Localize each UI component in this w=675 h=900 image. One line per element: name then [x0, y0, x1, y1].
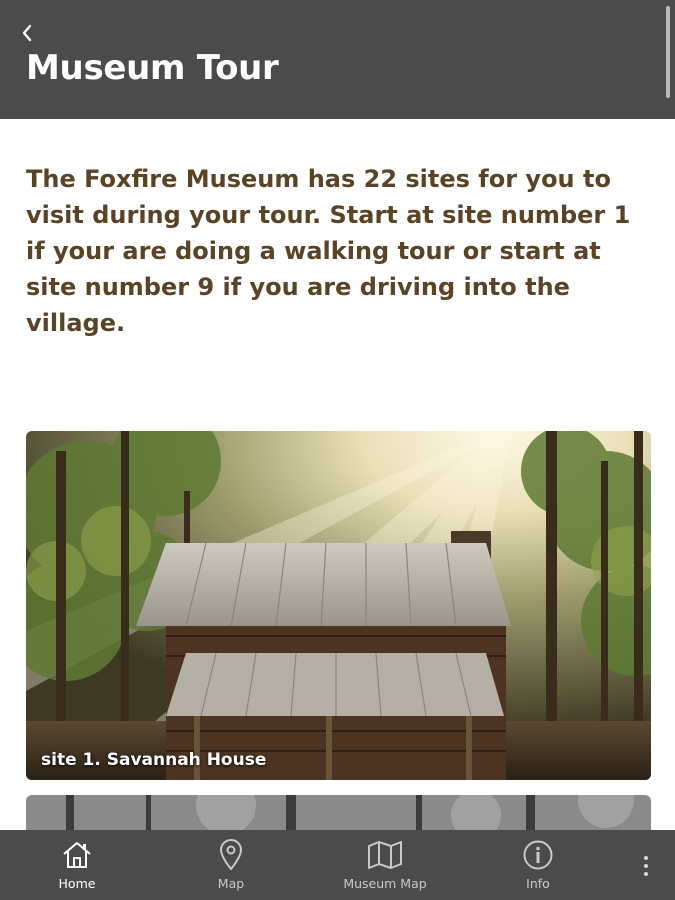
- page-title: Museum Tour: [26, 48, 279, 88]
- intro-text: The Foxfire Museum has 22 sites for you …: [26, 165, 631, 337]
- nav-museum-map[interactable]: Museum Map: [325, 830, 445, 900]
- nav-home[interactable]: Home: [17, 830, 137, 900]
- site-card[interactable]: site 1. Savannah House: [26, 431, 651, 780]
- more-vertical-icon: [644, 856, 648, 860]
- nav-info[interactable]: Info: [478, 830, 598, 900]
- nav-map[interactable]: Map: [171, 830, 291, 900]
- app-header: Museum Tour: [0, 0, 675, 119]
- nav-map-label: Map: [217, 876, 245, 891]
- info-icon: [523, 840, 553, 870]
- nav-home-label: Home: [58, 876, 96, 891]
- chevron-left-icon: [22, 24, 32, 42]
- site-photo: [26, 431, 651, 780]
- site-caption: site 1. Savannah House: [41, 750, 267, 770]
- more-options-button[interactable]: [635, 848, 657, 884]
- scroll-indicator: [666, 6, 670, 98]
- nav-museum-map-label: Museum Map: [343, 876, 427, 891]
- bottom-nav: Home Map Museum Map Info: [0, 830, 675, 900]
- folded-map-icon: [368, 841, 402, 869]
- nav-info-label: Info: [526, 876, 550, 891]
- map-pin-icon: [220, 839, 242, 870]
- back-button[interactable]: [14, 20, 40, 46]
- home-icon: [63, 842, 91, 868]
